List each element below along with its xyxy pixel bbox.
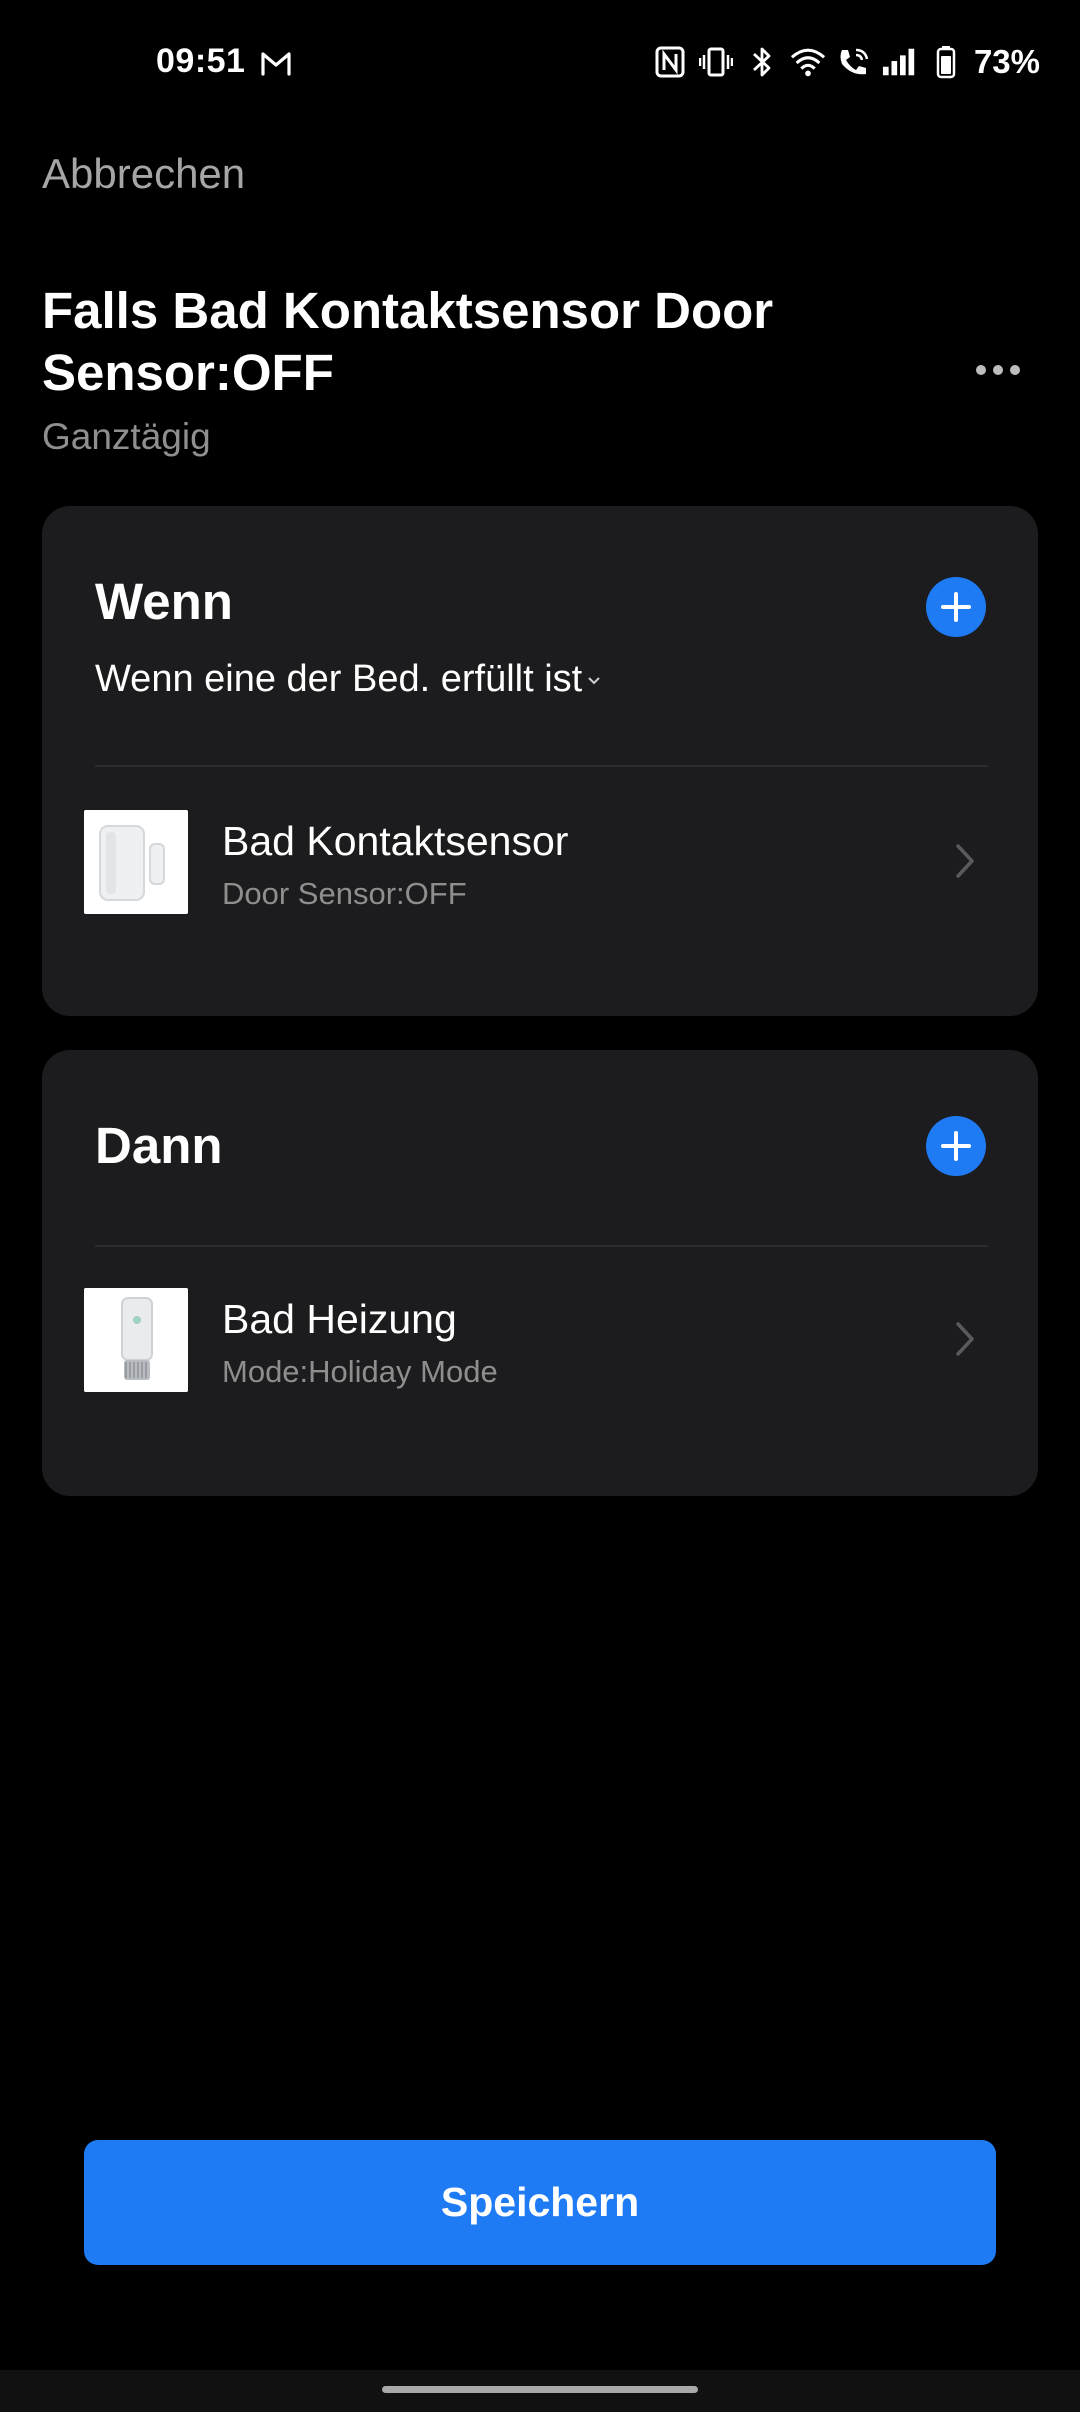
divider: [95, 1245, 988, 1247]
home-indicator[interactable]: [382, 2386, 698, 2393]
more-dot: [1010, 365, 1020, 375]
action-item[interactable]: Bad Heizung Mode:Holiday Mode: [42, 1274, 1038, 1404]
add-condition-button[interactable]: [926, 577, 986, 637]
then-heading: Dann: [95, 1117, 223, 1174]
status-bar: 09:51 73%: [0, 0, 1080, 130]
condition-mode-label: Wenn eine der Bed. erfüllt ist: [95, 658, 583, 700]
schedule-subtitle[interactable]: Ganztägig: [42, 416, 211, 458]
then-card: Dann Bad Heizung Mode:Holiday Mode: [42, 1050, 1038, 1496]
thermostat-valve-image: [84, 1288, 188, 1392]
add-action-button[interactable]: [926, 1116, 986, 1176]
plus-icon: [941, 592, 971, 622]
battery-percentage: 73%: [973, 43, 1040, 80]
when-card: Wenn Wenn eine der Bed. erfüllt ist Bad …: [42, 506, 1038, 1016]
cellular-signal-icon: [882, 44, 918, 80]
divider: [95, 765, 988, 767]
cancel-button[interactable]: Abbrechen: [42, 150, 245, 198]
nfc-icon: [652, 44, 688, 80]
more-dot: [993, 365, 1003, 375]
vibrate-icon: [698, 44, 734, 80]
more-options-button[interactable]: [970, 350, 1026, 390]
when-heading: Wenn: [95, 573, 233, 630]
plus-icon: [941, 1131, 971, 1161]
battery-icon: [928, 44, 964, 80]
save-button[interactable]: Speichern: [84, 2140, 996, 2265]
wifi-icon: [790, 44, 826, 80]
condition-device-state: Door Sensor:OFF: [222, 876, 467, 911]
bluetooth-icon: [744, 44, 780, 80]
chevron-down-icon: [588, 676, 600, 684]
chevron-right-icon: [956, 1322, 974, 1356]
condition-item[interactable]: Bad Kontaktsensor Door Sensor:OFF: [42, 796, 1038, 926]
status-time: 09:51: [156, 42, 246, 80]
chevron-right-icon: [956, 844, 974, 878]
action-device-name: Bad Heizung: [222, 1296, 457, 1342]
page-title: Falls Bad Kontaktsensor Door Sensor:OFF: [42, 282, 774, 401]
action-device-mode: Mode:Holiday Mode: [222, 1354, 498, 1389]
wifi-calling-icon: [836, 44, 872, 80]
status-icons: 73%: [652, 40, 1040, 84]
condition-device-name: Bad Kontaktsensor: [222, 818, 569, 864]
gmail-icon: [260, 48, 292, 78]
door-sensor-image: [84, 810, 188, 914]
more-horizontal-icon: [976, 365, 986, 375]
condition-mode-dropdown[interactable]: Wenn eine der Bed. erfüllt ist: [95, 658, 602, 701]
